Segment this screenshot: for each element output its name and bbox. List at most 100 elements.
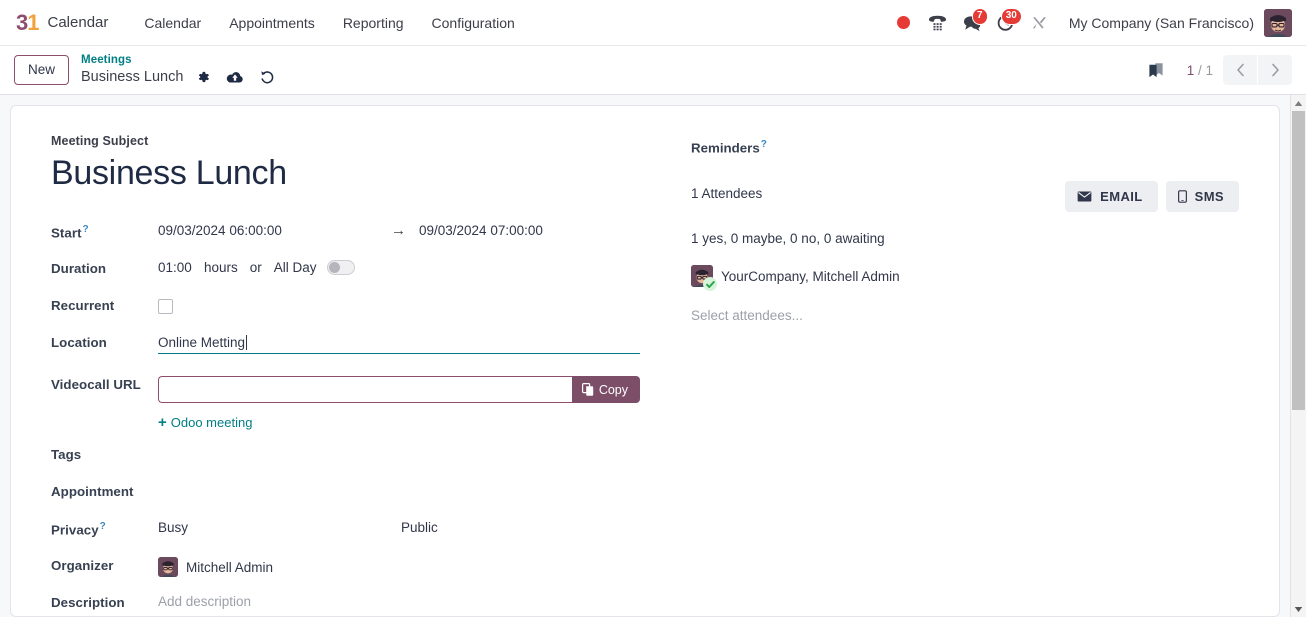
main-menu: Calendar Appointments Reporting Configur… xyxy=(130,9,528,37)
sms-attendees-button[interactable]: SMS xyxy=(1165,181,1239,213)
control-panel: New Meetings Business Lunch 1 / 1 xyxy=(0,46,1306,95)
pager-separator: / xyxy=(1194,62,1206,78)
recurrent-checkbox[interactable] xyxy=(158,299,173,315)
text-cursor xyxy=(246,335,248,351)
messages-badge: 7 xyxy=(971,7,988,25)
tags-label: Tags xyxy=(51,447,82,463)
attendee-list-item[interactable]: YourCompany, Mitchell Admin xyxy=(691,265,1239,292)
activities-badge: 30 xyxy=(1000,7,1022,25)
copy-url-button[interactable]: Copy xyxy=(571,376,640,404)
new-button[interactable]: New xyxy=(14,55,70,85)
company-switcher[interactable]: My Company (San Francisco) xyxy=(1057,15,1264,31)
organizer-value[interactable]: Mitchell Admin xyxy=(186,560,273,575)
envelope-icon xyxy=(1077,191,1092,202)
breadcrumb: Meetings Business Lunch xyxy=(81,53,279,87)
field-row-description: Description Add description xyxy=(51,590,676,616)
triangle-down-icon xyxy=(1294,606,1303,612)
user-avatar[interactable] xyxy=(1264,8,1292,37)
duration-label: Duration xyxy=(51,261,107,277)
description-input[interactable]: Add description xyxy=(158,590,676,609)
field-row-organizer: Organizer Mitchell Admin xyxy=(51,553,676,589)
privacy-visibility-select[interactable]: Public xyxy=(401,520,438,535)
tags-input[interactable] xyxy=(158,442,676,446)
attendee-avatar-wrapper xyxy=(691,265,717,292)
start-datetime-input[interactable]: 09/03/2024 06:00:00 xyxy=(158,223,391,238)
start-field-group: 09/03/2024 06:00:00 → 09/03/2024 07:00:0… xyxy=(158,219,676,238)
menu-item-configuration[interactable]: Configuration xyxy=(418,9,529,37)
menu-item-calendar[interactable]: Calendar xyxy=(130,9,215,37)
debug-menu-button[interactable] xyxy=(1023,7,1057,39)
app-brand[interactable]: 31 Calendar xyxy=(16,9,109,35)
recording-indicator[interactable] xyxy=(887,7,921,39)
discard-record-button[interactable] xyxy=(255,67,279,87)
activities-button[interactable]: 30 xyxy=(989,7,1023,39)
organizer-label: Organizer xyxy=(51,558,114,574)
vertical-scrollbar[interactable] xyxy=(1290,95,1306,617)
copy-button-label: Copy xyxy=(598,382,628,397)
start-label: Start? xyxy=(51,219,158,240)
avatar-image xyxy=(1264,8,1292,37)
gear-icon[interactable] xyxy=(191,67,215,87)
logo-digit-3: 3 xyxy=(16,9,28,35)
privacy-help-icon[interactable]: ? xyxy=(100,521,106,532)
pager-buttons xyxy=(1223,55,1292,85)
mobile-phone-icon xyxy=(1177,190,1187,204)
form-right-column: Reminders? 1 Attendees EMAIL SMS 1 yes, … xyxy=(676,134,1239,616)
check-glyph xyxy=(705,280,715,288)
all-day-toggle[interactable] xyxy=(326,260,355,276)
pager-previous-button[interactable] xyxy=(1223,55,1257,85)
show-as-select[interactable]: Busy xyxy=(158,520,401,535)
control-panel-right: 1 / 1 xyxy=(1139,55,1292,85)
scrollbar-thumb[interactable] xyxy=(1292,111,1305,410)
select-attendees-input[interactable]: Select attendees... xyxy=(691,308,1239,323)
pager-next-button[interactable] xyxy=(1258,55,1292,85)
sms-button-label: SMS xyxy=(1194,189,1224,205)
plus-icon: + xyxy=(158,414,167,432)
menu-item-appointments[interactable]: Appointments xyxy=(215,9,329,37)
videocall-url-label: Videocall URL xyxy=(51,377,141,393)
menu-item-reporting[interactable]: Reporting xyxy=(329,9,418,37)
recurrent-field-group xyxy=(158,293,676,317)
privacy-field-group: Busy Public xyxy=(158,516,676,535)
bookmark-icon-glyph xyxy=(1149,63,1163,78)
organizer-avatar xyxy=(158,557,178,578)
start-label-text: Start xyxy=(51,225,82,241)
pager-total: 1 xyxy=(1205,62,1213,78)
chevron-right-icon xyxy=(1271,63,1279,77)
triangle-up-icon xyxy=(1294,100,1303,106)
appointment-input[interactable] xyxy=(158,479,676,483)
pager-counter[interactable]: 1 / 1 xyxy=(1187,63,1213,78)
odoo-meeting-button[interactable]: + Odoo meeting xyxy=(158,415,252,430)
duration-field-group: 01:00 hours or All Day xyxy=(158,256,676,276)
messages-button[interactable]: 7 xyxy=(955,7,989,39)
videocall-url-input[interactable] xyxy=(158,376,572,404)
scrollbar-track[interactable] xyxy=(1291,111,1306,601)
reminders-help-icon[interactable]: ? xyxy=(761,139,767,150)
start-help-icon[interactable]: ? xyxy=(83,224,89,235)
navbar-systray: 7 30 My Company (San Francisco) xyxy=(887,7,1292,39)
location-input[interactable] xyxy=(158,334,640,355)
organizer-avatar-image xyxy=(158,557,178,578)
tools-debug-icon xyxy=(1033,16,1047,29)
scroll-down-button[interactable] xyxy=(1291,601,1306,617)
save-record-button[interactable] xyxy=(223,67,247,87)
check-circle-icon xyxy=(703,277,717,292)
logo-digit-1: 1 xyxy=(27,9,39,35)
recurrent-label: Recurrent xyxy=(51,298,115,314)
breadcrumb-item-meetings[interactable]: Meetings xyxy=(81,53,279,67)
scroll-up-button[interactable] xyxy=(1291,95,1306,111)
end-datetime-input[interactable]: 09/03/2024 07:00:00 xyxy=(419,223,543,238)
meeting-subject-value[interactable]: Business Lunch xyxy=(51,154,676,193)
copy-icon xyxy=(581,383,594,396)
attendance-summary: 1 yes, 0 maybe, 0 no, 0 awaiting xyxy=(691,231,885,247)
email-attendees-button[interactable]: EMAIL xyxy=(1065,181,1158,213)
organizer-field-group: Mitchell Admin xyxy=(158,553,676,578)
location-field-group xyxy=(158,330,676,355)
privacy-label-text: Privacy xyxy=(51,522,99,538)
reminders-label-text: Reminders xyxy=(691,140,760,156)
voip-button[interactable] xyxy=(921,7,955,39)
bookmark-icon[interactable] xyxy=(1139,55,1173,85)
app-name: Calendar xyxy=(47,14,109,31)
description-label: Description xyxy=(51,595,125,611)
duration-input[interactable]: 01:00 xyxy=(158,260,204,275)
